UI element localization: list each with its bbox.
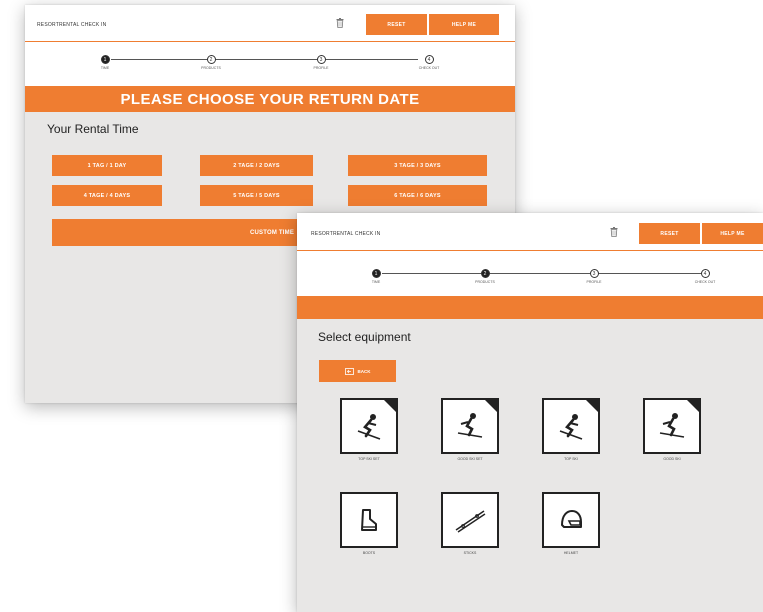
- option-6-days[interactable]: 6 TAGE / 6 DAYS: [348, 185, 487, 206]
- reset-button[interactable]: RESET: [366, 14, 427, 35]
- trash-icon[interactable]: [336, 18, 344, 28]
- step-circle: 2: [480, 269, 490, 278]
- return-date-banner: PLEASE CHOOSE YOUR RETURN DATE: [25, 86, 515, 112]
- top-bar: RESORTRENTAL CHECK IN RESET HELP ME: [25, 5, 515, 41]
- back-arrow-icon: [344, 367, 354, 375]
- trash-icon[interactable]: [610, 227, 618, 237]
- tile-corner-marker: [586, 400, 598, 412]
- reset-button[interactable]: RESET: [639, 223, 700, 244]
- step-circle: 3: [316, 55, 326, 64]
- option-3-days[interactable]: 3 TAGE / 3 DAYS: [348, 155, 487, 176]
- tile-corner-marker: [687, 400, 699, 412]
- step-profile: 3 PROFILE: [296, 55, 346, 70]
- ski-boot-icon: [361, 509, 377, 531]
- back-label: BACK: [357, 368, 371, 374]
- tile-top-ski-set[interactable]: TOP SKI SET: [339, 398, 399, 461]
- option-4-days[interactable]: 4 TAGE / 4 DAYS: [52, 185, 162, 206]
- tile-label: STICKS: [463, 551, 477, 555]
- tile-top-ski[interactable]: TOP SKI: [541, 398, 601, 461]
- step-label: PROFILE: [586, 280, 602, 284]
- step-time: 1 TIME: [351, 269, 401, 284]
- option-5-days[interactable]: 5 TAGE / 5 DAYS: [200, 185, 313, 206]
- tile-frame: [441, 398, 499, 454]
- top-bar: RESORTRENTAL CHECK IN RESET HELP ME: [297, 213, 763, 250]
- step-circle: 1: [371, 269, 381, 278]
- tile-sticks[interactable]: STICKS: [440, 492, 500, 555]
- tile-good-ski-set[interactable]: GOOD SKI SET: [440, 398, 500, 461]
- step-circle: 4: [700, 269, 710, 278]
- tile-label: HELMET: [563, 551, 579, 555]
- progress-line: [111, 59, 418, 60]
- brand-title: RESORTRENTAL CHECK IN: [37, 22, 107, 28]
- tile-frame: [643, 398, 701, 454]
- progress-line: [382, 273, 709, 274]
- tile-boots[interactable]: BOOTS: [339, 492, 399, 555]
- step-label: CHECK OUT: [694, 280, 716, 284]
- tile-label: GOOD SKI: [663, 457, 681, 461]
- tile-frame: [340, 398, 398, 454]
- skier-icon: [357, 414, 381, 440]
- equipment-screen: RESORTRENTAL CHECK IN RESET HELP ME 1 TI…: [297, 213, 763, 612]
- help-button[interactable]: HELP ME: [429, 14, 499, 35]
- step-label: PRODUCTS: [201, 66, 221, 70]
- step-label: CHECK OUT: [418, 66, 440, 70]
- step-circle: 4: [424, 55, 434, 64]
- back-button[interactable]: BACK: [319, 360, 396, 382]
- tile-helmet[interactable]: HELMET: [541, 492, 601, 555]
- step-products: 2 PRODUCTS: [460, 269, 510, 284]
- tile-corner-marker: [485, 400, 497, 412]
- help-button[interactable]: HELP ME: [702, 223, 763, 244]
- step-circle: 1: [100, 55, 110, 64]
- progress-steps: 1 TIME 2 PRODUCTS 3 PROFILE 4 CHECK OUT: [25, 42, 515, 86]
- tile-label: GOOD SKI SET: [457, 457, 483, 461]
- brand-title: RESORTRENTAL CHECK IN: [311, 231, 381, 237]
- section-title: Select equipment: [318, 330, 411, 344]
- step-circle: 3: [589, 269, 599, 278]
- tile-frame: [542, 492, 600, 548]
- step-checkout: 4 CHECK OUT: [680, 269, 730, 284]
- orange-banner: [297, 296, 763, 319]
- helmet-icon: [561, 510, 582, 528]
- tile-frame: [542, 398, 600, 454]
- tile-label: BOOTS: [362, 551, 376, 555]
- step-time: 1 TIME: [80, 55, 130, 70]
- step-label: TIME: [100, 66, 110, 70]
- step-label: PROFILE: [313, 66, 329, 70]
- step-circle: 2: [206, 55, 216, 64]
- tile-label: TOP SKI SET: [358, 457, 380, 461]
- tile-frame: [441, 492, 499, 548]
- tile-good-ski[interactable]: GOOD SKI: [642, 398, 702, 461]
- skier-icon: [457, 413, 483, 438]
- option-2-days[interactable]: 2 TAGE / 2 DAYS: [200, 155, 313, 176]
- step-checkout: 4 CHECK OUT: [404, 55, 454, 70]
- skier-icon: [659, 413, 685, 438]
- tile-frame: [340, 492, 398, 548]
- tile-corner-marker: [384, 400, 396, 412]
- step-profile: 3 PROFILE: [569, 269, 619, 284]
- ski-poles-icon: [455, 510, 486, 533]
- step-label: PRODUCTS: [475, 280, 495, 284]
- step-label: TIME: [371, 280, 381, 284]
- step-products: 2 PRODUCTS: [186, 55, 236, 70]
- section-title: Your Rental Time: [47, 122, 139, 136]
- skier-icon: [559, 414, 583, 440]
- progress-steps: 1 TIME 2 PRODUCTS 3 PROFILE 4 CHECK OUT: [297, 251, 763, 296]
- tile-label: TOP SKI: [564, 457, 578, 461]
- option-1-day[interactable]: 1 TAG / 1 DAY: [52, 155, 162, 176]
